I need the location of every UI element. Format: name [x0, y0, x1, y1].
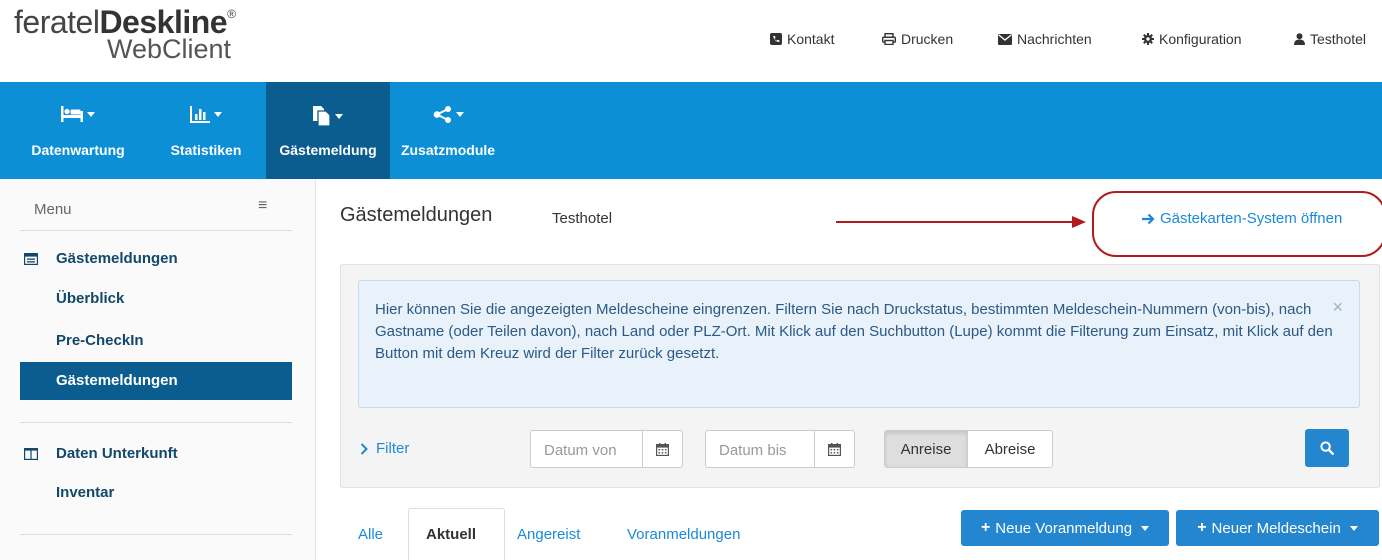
new-prereg-button[interactable]: + Neue Voranmeldung: [961, 510, 1169, 546]
new-form-button[interactable]: + Neuer Meldeschein: [1176, 510, 1379, 546]
guest-card-system-link[interactable]: Gästekarten-System öffnen: [1142, 210, 1342, 227]
sidebar-section-label: Daten Unterkunft: [56, 445, 178, 462]
nav-label: Datenwartung: [31, 142, 125, 158]
page-subtitle: Testhotel: [552, 210, 613, 227]
share-icon: [433, 106, 451, 123]
topnav-label: Drucken: [901, 31, 954, 47]
menu-label: Menu: [34, 201, 72, 218]
user-icon: [1294, 33, 1305, 45]
envelope-icon: [998, 33, 1012, 45]
arrow-right-icon: [1142, 213, 1155, 224]
page-title: Gästemeldungen: [340, 204, 493, 226]
topnav-label: Konfiguration: [1159, 31, 1242, 47]
chevron-down-icon: [1141, 525, 1150, 531]
date-from-placeholder: Datum von: [544, 442, 617, 459]
topnav-label: Nachrichten: [1017, 31, 1092, 47]
annotation-arrow: [836, 216, 1086, 228]
logo-brand-light: feratel: [14, 4, 100, 40]
filter-toggle[interactable]: Filter: [360, 440, 409, 457]
chevron-right-icon: [360, 442, 368, 455]
menu-toggle-icon[interactable]: ≡: [258, 197, 267, 215]
bar-chart-icon: [190, 106, 210, 123]
nav-datenwartung[interactable]: Datenwartung: [14, 82, 142, 179]
phone-icon: [770, 33, 782, 45]
nav-zusatzmodule[interactable]: Zusatzmodule: [392, 82, 504, 179]
tab-voranmeldungen[interactable]: Voranmeldungen: [627, 526, 740, 543]
calendar-icon[interactable]: [814, 431, 854, 467]
new-form-label: Neuer Meldeschein: [1211, 519, 1341, 537]
guest-card-system-label: Gästekarten-System öffnen: [1160, 210, 1343, 227]
sidebar-item-inventar[interactable]: Inventar: [56, 484, 114, 501]
sidebar-section-gaestemeldungen[interactable]: Gästemeldungen: [24, 250, 178, 267]
nav-statistiken[interactable]: Statistiken: [154, 82, 258, 179]
new-prereg-label: Neue Voranmeldung: [995, 519, 1133, 537]
topnav-label: Testhotel: [1310, 31, 1367, 47]
toggle-anreise[interactable]: Anreise: [884, 430, 968, 468]
chevron-down-icon: [335, 113, 343, 119]
close-icon[interactable]: ×: [1332, 297, 1343, 318]
info-text: Hier können Sie die angezeigten Meldesch…: [375, 301, 1333, 362]
logo[interactable]: feratelDeskline® WebClient: [14, 4, 236, 64]
chevron-down-icon: [87, 111, 95, 117]
nav-label: Gästemeldung: [279, 142, 377, 158]
chevron-down-icon: [455, 112, 464, 117]
main-nav: Datenwartung Statistiken Gästemeldung Zu…: [0, 82, 1382, 179]
nav-label: Zusatzmodule: [400, 142, 496, 158]
header: feratelDeskline® WebClient Kontakt Druck…: [0, 0, 1382, 82]
plus-icon: +: [1197, 519, 1207, 536]
topnav-nachrichten[interactable]: Nachrichten: [998, 31, 1092, 47]
info-alert: Hier können Sie die angezeigten Meldesch…: [358, 280, 1360, 408]
date-to-input[interactable]: Datum bis: [705, 430, 855, 468]
columns-icon: [24, 447, 38, 460]
date-to-placeholder: Datum bis: [719, 442, 787, 459]
search-icon: [1320, 441, 1334, 455]
tab-alle[interactable]: Alle: [358, 526, 383, 543]
tab-angereist[interactable]: Angereist: [517, 526, 580, 543]
sidebar-divider: [20, 422, 292, 423]
bed-icon: [61, 106, 83, 122]
documents-icon: [313, 106, 331, 126]
topnav-kontakt[interactable]: Kontakt: [770, 31, 834, 47]
sidebar-item-pre-checkin[interactable]: Pre-CheckIn: [56, 332, 144, 349]
filter-label: Filter: [376, 440, 410, 457]
chevron-down-icon: [214, 112, 222, 117]
logo-reg: ®: [227, 7, 236, 21]
topnav-label: Kontakt: [787, 31, 835, 47]
chevron-down-icon: [1349, 525, 1358, 531]
topnav-konfiguration[interactable]: Konfiguration: [1142, 31, 1242, 47]
list-icon: [24, 252, 38, 265]
sidebar-divider: [20, 230, 292, 231]
nav-label: Statistiken: [170, 142, 242, 158]
toggle-abreise[interactable]: Abreise: [967, 430, 1053, 468]
gear-icon: [1142, 33, 1154, 45]
sidebar-item-gaestemeldungen[interactable]: Gästemeldungen: [20, 362, 292, 400]
plus-icon: +: [980, 519, 991, 536]
sidebar: Menu ≡ Gästemeldungen Überblick Pre-Chec…: [0, 179, 316, 560]
sidebar-divider: [20, 534, 292, 535]
calendar-icon[interactable]: [642, 431, 682, 467]
date-from-input[interactable]: Datum von: [530, 430, 683, 468]
nav-gaestemeldung[interactable]: Gästemeldung: [266, 82, 390, 179]
sidebar-section-label: Gästemeldungen: [56, 250, 178, 267]
sidebar-item-label: Gästemeldungen: [56, 372, 178, 389]
sidebar-section-daten-unterkunft[interactable]: Daten Unterkunft: [24, 445, 178, 462]
sidebar-item-ueberblick[interactable]: Überblick: [56, 290, 124, 307]
topnav-user[interactable]: Testhotel: [1294, 31, 1366, 47]
search-button[interactable]: [1305, 429, 1349, 467]
topnav-drucken[interactable]: Drucken: [882, 31, 953, 47]
printer-icon: [882, 33, 896, 45]
tab-aktuell[interactable]: Aktuell: [426, 526, 476, 543]
logo-subtitle: WebClient: [107, 34, 232, 64]
